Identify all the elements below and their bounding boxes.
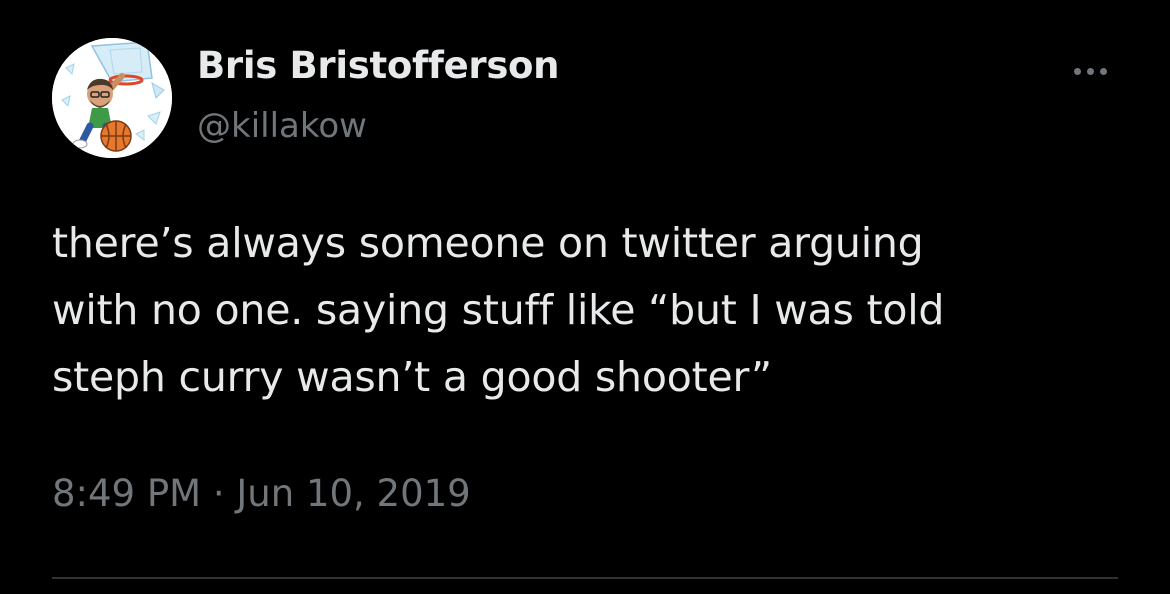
author-handle[interactable]: @killakow [197, 106, 367, 146]
memoji-avatar-icon [52, 38, 172, 158]
divider [52, 577, 1118, 579]
tweet-text-line: there’s always someone on twitter arguin… [52, 219, 924, 267]
more-horizontal-icon [1099, 67, 1107, 75]
more-options-button[interactable] [1060, 56, 1120, 86]
more-horizontal-icon [1073, 67, 1081, 75]
tweet-text-line: with no one. saying stuff like “but I wa… [52, 286, 945, 334]
tweet: Bris Bristofferson @killakow there’s alw… [0, 0, 1170, 594]
more-horizontal-icon [1086, 67, 1094, 75]
tweet-timestamp[interactable]: 8:49 PM · Jun 10, 2019 [52, 472, 471, 515]
tweet-text-line: steph curry wasn’t a good shooter” [52, 353, 772, 401]
tweet-text: there’s always someone on twitter arguin… [52, 210, 1142, 411]
author-display-name[interactable]: Bris Bristofferson [197, 44, 560, 87]
avatar[interactable] [52, 38, 172, 158]
